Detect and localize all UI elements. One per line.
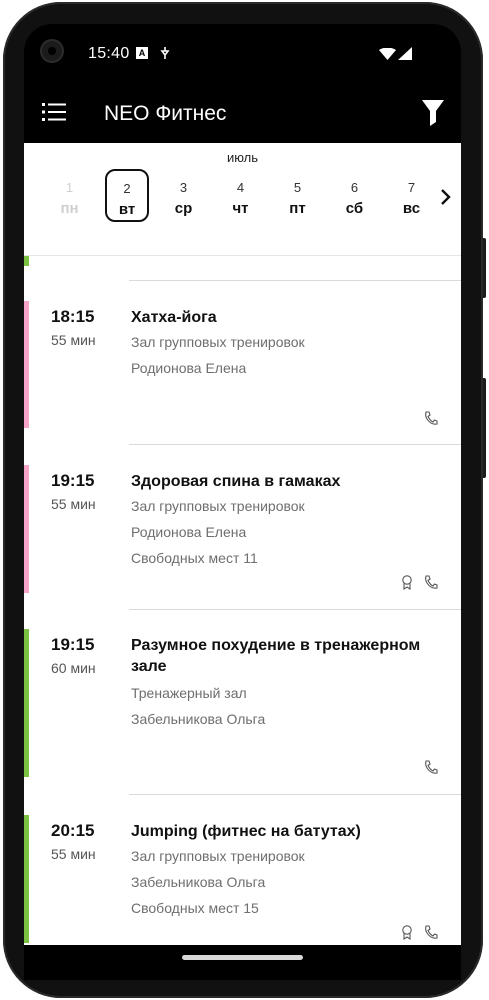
- class-free-places: Свободных мест 11: [131, 550, 258, 566]
- day-weekday: вт: [118, 201, 136, 218]
- calendar-strip: июль 1 пн 2 вт 3 ср 4 чт 5 пт 6 сб 7 вс: [24, 143, 461, 256]
- app-bar: NEO Фитнес: [24, 84, 461, 143]
- month-label: июль: [226, 150, 259, 165]
- class-duration: 55 мин: [51, 846, 96, 862]
- home-gesture-pill[interactable]: [182, 955, 303, 960]
- class-free-places: Свободных мест 15: [131, 900, 259, 916]
- class-item[interactable]: 20:15 55 мин Jumping (фитнес на батутах)…: [24, 815, 461, 945]
- category-color-bar: [24, 301, 29, 428]
- class-duration: 55 мин: [51, 332, 96, 348]
- divider: [129, 609, 461, 610]
- class-time: 18:15: [51, 307, 95, 326]
- class-duration: 60 мин: [51, 660, 96, 676]
- class-room: Тренажерный зал: [131, 685, 247, 701]
- app-title: NEO Фитнес: [104, 102, 227, 125]
- chevron-right-icon[interactable]: [438, 188, 452, 206]
- day-4[interactable]: 4 чт: [217, 178, 264, 224]
- class-title: Jumping (фитнес на батутах): [131, 823, 361, 840]
- class-time: 20:15: [51, 821, 95, 840]
- category-color-bar: [24, 465, 29, 593]
- day-number: 3: [179, 180, 188, 195]
- category-color-bar: [24, 629, 29, 777]
- day-3[interactable]: 3 ср: [160, 178, 207, 224]
- class-room: Зал групповых тренировок: [131, 848, 305, 864]
- menu-icon[interactable]: [42, 102, 66, 122]
- signal-icon: [398, 47, 412, 60]
- divider: [129, 794, 461, 795]
- day-weekday: вс: [402, 200, 421, 217]
- category-color-bar: [24, 256, 29, 266]
- class-room: Зал групповых тренировок: [131, 498, 305, 514]
- class-trainer: Забельникова Ольга: [131, 711, 266, 727]
- class-item[interactable]: 18:15 55 мин Хатха-йога Зал групповых тр…: [24, 301, 461, 445]
- class-room: Зал групповых тренировок: [131, 334, 305, 350]
- class-trainer: Родионова Елена: [131, 524, 247, 540]
- class-trainer: Родионова Елена: [131, 360, 247, 376]
- day-weekday: пт: [289, 200, 306, 217]
- class-title: Хатха-йога: [131, 309, 217, 326]
- day-weekday: ср: [174, 200, 193, 217]
- camera-icon: [42, 41, 62, 61]
- navigation-bar: [24, 945, 461, 980]
- day-6[interactable]: 6 сб: [331, 178, 378, 224]
- award-icon: [402, 925, 412, 940]
- day-number: 6: [350, 180, 359, 195]
- day-5[interactable]: 5 пт: [274, 178, 321, 224]
- class-time: 19:15: [51, 635, 95, 654]
- day-number: 4: [236, 180, 245, 195]
- screen: 15:40 A NEO Фитнес июль 1 пн 2 вт 3 ср 4…: [24, 24, 461, 945]
- class-trainer: Забельникова Ольга: [131, 874, 266, 890]
- status-time: 15:40: [88, 45, 130, 62]
- day-weekday: сб: [345, 200, 364, 217]
- divider: [129, 280, 461, 281]
- award-icon: [402, 575, 412, 590]
- schedule-list: 18:15 55 мин Хатха-йога Зал групповых тр…: [24, 256, 461, 945]
- notification-icon: [160, 47, 170, 59]
- day-weekday: чт: [232, 200, 249, 217]
- day-2-selected[interactable]: 2 вт: [105, 169, 149, 222]
- day-number: 5: [293, 180, 302, 195]
- day-number: 7: [407, 180, 416, 195]
- wifi-icon: [379, 48, 396, 60]
- list-item-partial: [24, 256, 461, 281]
- filter-icon[interactable]: [422, 100, 444, 126]
- day-weekday: пн: [60, 200, 79, 217]
- class-title: Здоровая спина в гамаках: [131, 473, 341, 490]
- class-time: 19:15: [51, 471, 95, 490]
- class-item[interactable]: 19:15 60 мин Разумное похудение в тренаж…: [24, 629, 461, 795]
- status-bar: 15:40 A: [24, 24, 461, 84]
- day-number: 1: [65, 180, 74, 195]
- class-title: Разумное похудение в тренажерном зале: [131, 637, 421, 675]
- day-number: 2: [123, 181, 131, 196]
- day-7[interactable]: 7 вс: [388, 178, 435, 224]
- class-item[interactable]: 19:15 55 мин Здоровая спина в гамаках За…: [24, 465, 461, 610]
- phone-icon[interactable]: [424, 575, 438, 590]
- phone-icon[interactable]: [424, 411, 438, 426]
- class-duration: 55 мин: [51, 496, 96, 512]
- notification-a-icon: A: [136, 47, 148, 59]
- day-1: 1 пн: [46, 178, 93, 224]
- divider: [129, 444, 461, 445]
- category-color-bar: [24, 815, 29, 943]
- phone-icon[interactable]: [424, 925, 438, 940]
- phone-icon[interactable]: [424, 760, 438, 775]
